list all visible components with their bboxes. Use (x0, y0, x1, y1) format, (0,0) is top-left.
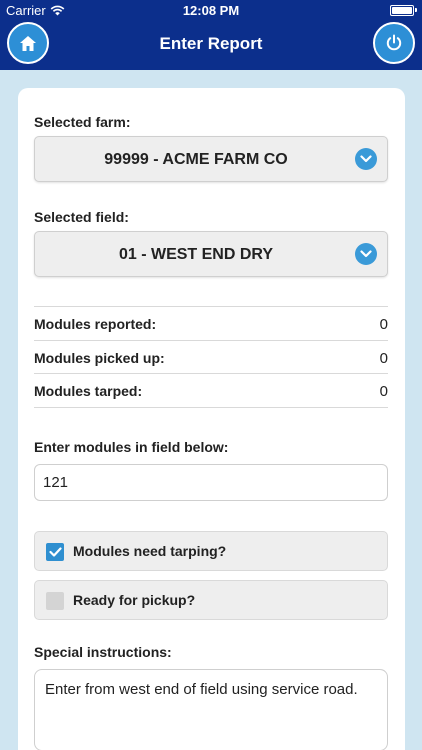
power-button[interactable] (373, 22, 415, 64)
status-bar: Carrier 12:08 PM (0, 0, 422, 22)
stat-value: 0 (379, 383, 388, 400)
stat-value: 0 (379, 316, 388, 333)
stat-label: Modules picked up: (34, 349, 165, 366)
pickup-checkbox-row[interactable]: Ready for pickup? (34, 580, 388, 620)
stat-value: 0 (379, 349, 388, 367)
checkbox-checked[interactable] (46, 543, 64, 561)
power-icon (386, 34, 402, 51)
instructions-textarea[interactable]: Enter from west end of field using servi… (34, 669, 388, 750)
instructions-label: Special instructions: (34, 644, 172, 660)
nav-header: Carrier 12:08 PM Enter Report (0, 0, 422, 70)
pickup-label: Ready for pickup? (73, 592, 196, 608)
field-label: Selected field: (34, 209, 129, 225)
modules-input[interactable]: 121 (34, 464, 388, 501)
farm-select[interactable]: 99999 - ACME FARM CO (34, 136, 388, 182)
tarping-checkbox-row[interactable]: Modules need tarping? (34, 531, 388, 571)
checkbox-unchecked[interactable] (46, 592, 64, 610)
stat-row-picked-up: Modules picked up: 0 (34, 341, 388, 374)
report-card: Selected farm: 99999 - ACME FARM CO Sele… (18, 88, 405, 750)
field-select-value: 01 - WEST END DRY (118, 246, 274, 263)
chevron-down-icon (355, 243, 377, 265)
stat-row-tarped: Modules tarped: 0 (34, 374, 388, 408)
farm-select-value: 99999 - ACME FARM CO (104, 151, 288, 168)
battery-fill (392, 7, 412, 14)
modules-input-label: Enter modules in field below: (34, 439, 229, 455)
page-title: Enter Report (159, 34, 263, 53)
field-select[interactable]: 01 - WEST END DRY (34, 231, 388, 277)
status-time: 12:08 PM (182, 3, 240, 18)
checkmark-icon (48, 547, 62, 557)
battery-icon (390, 5, 417, 16)
stat-label: Modules tarped: (34, 383, 143, 399)
stat-label: Modules reported: (34, 316, 157, 332)
stat-row-reported: Modules reported: 0 (34, 307, 388, 341)
chevron-down-icon (355, 148, 377, 170)
module-stats: Modules reported: 0 Modules picked up: 0… (34, 306, 388, 408)
tarping-label: Modules need tarping? (73, 543, 227, 559)
farm-label: Selected farm: (34, 114, 131, 130)
